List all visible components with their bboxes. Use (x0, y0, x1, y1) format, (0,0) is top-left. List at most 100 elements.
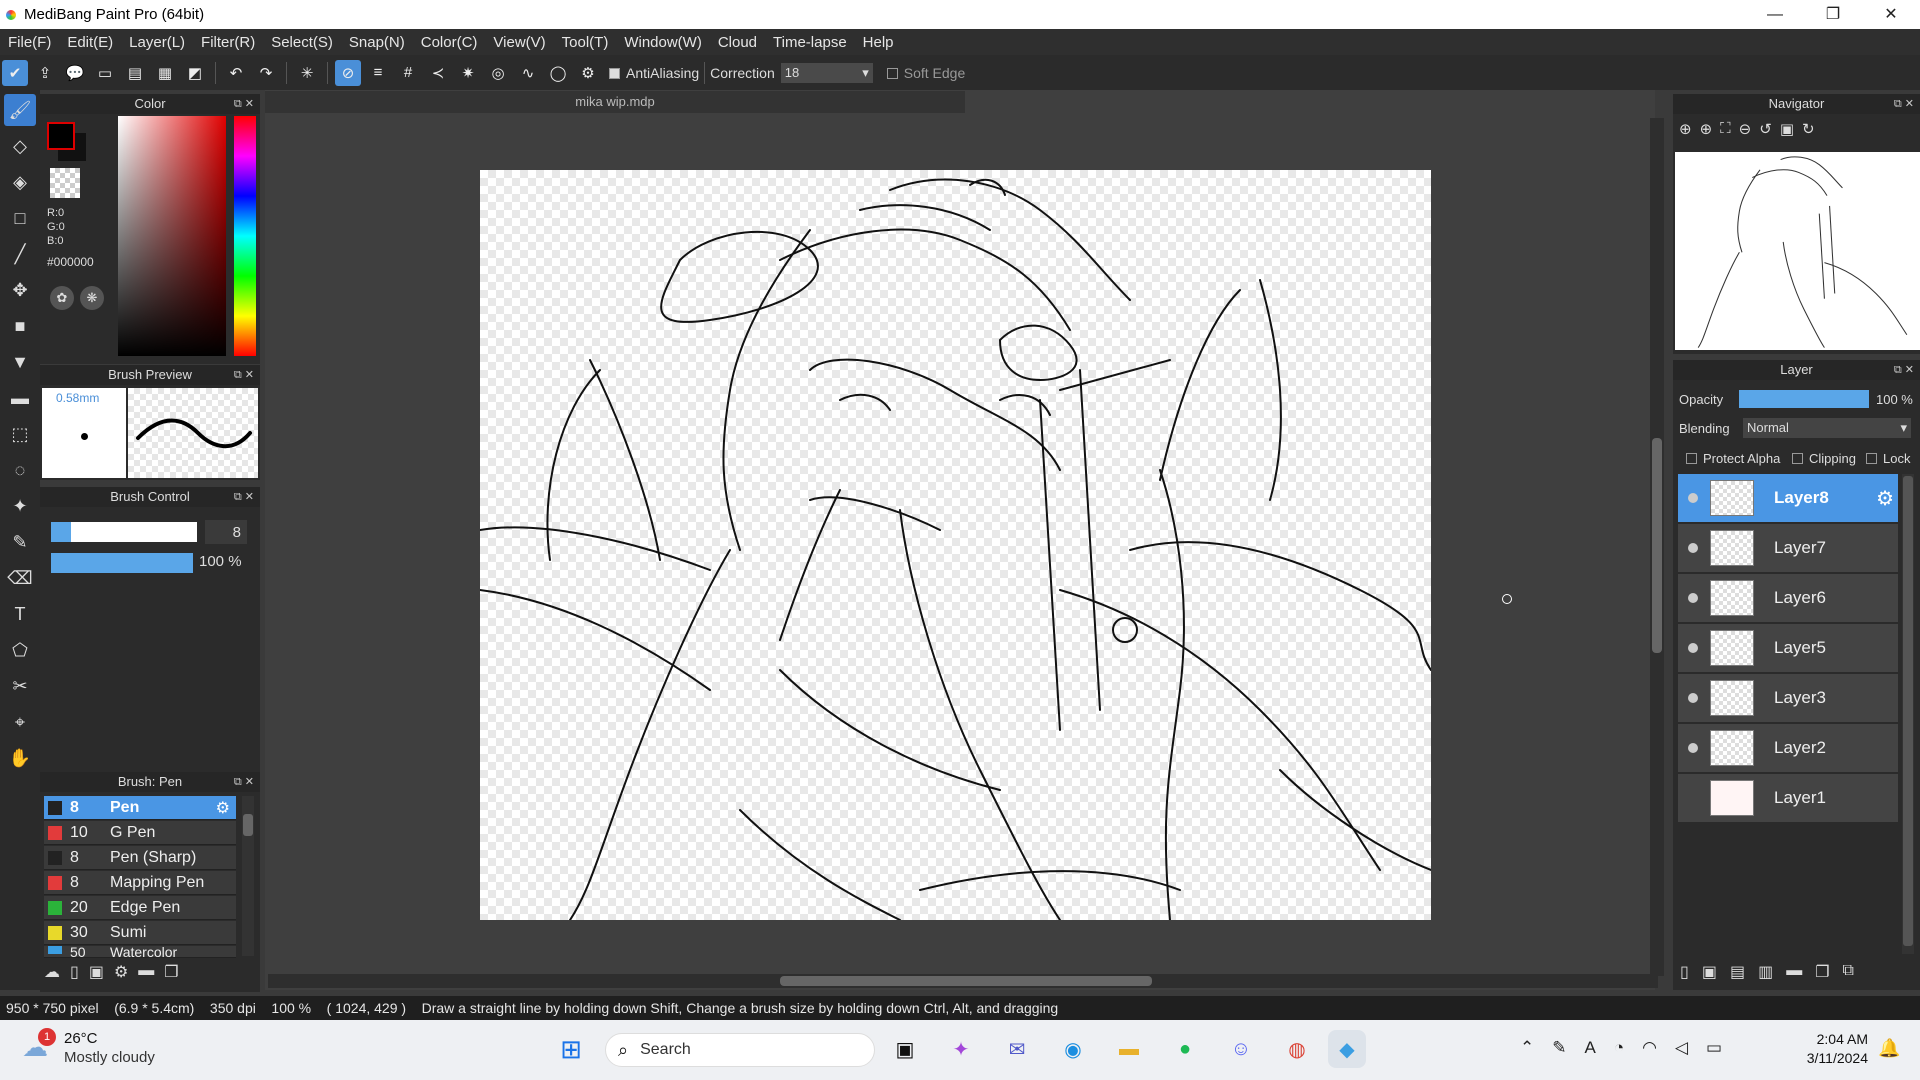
snap-off-icon[interactable]: ⊘ (335, 59, 361, 86)
frame-icon[interactable]: ◩ (182, 60, 208, 86)
visibility-icon[interactable] (1688, 593, 1698, 603)
ellipse-snap-icon[interactable]: ◯ (545, 60, 571, 86)
battery-icon[interactable]: ▭ (1706, 1038, 1722, 1058)
popout-icon[interactable]: ⧉ (234, 491, 242, 503)
document-tab[interactable]: mika wip.mdp (265, 91, 965, 113)
new-brush-icon[interactable]: ▯ (70, 962, 79, 988)
select-pen-icon[interactable]: ✎ (4, 526, 36, 558)
folder-icon[interactable]: ▬ (1786, 962, 1802, 988)
layer-row[interactable]: Layer2 (1678, 724, 1898, 773)
text-tool-icon[interactable]: T (4, 598, 36, 630)
volume-icon[interactable]: ◁ (1675, 1038, 1688, 1058)
brush-item-mapping-pen[interactable]: 8 Mapping Pen (44, 871, 236, 895)
gradient-tool-icon[interactable]: ▬ (4, 382, 36, 414)
layer-row[interactable]: Layer5 (1678, 624, 1898, 673)
brush-item-edge-pen[interactable]: 20 Edge Pen (44, 896, 236, 920)
file-explorer-icon[interactable]: ▬ (1110, 1030, 1148, 1068)
folder-icon[interactable]: ▬ (138, 962, 154, 988)
concentric-snap-icon[interactable]: ◎ (485, 60, 511, 86)
antialiasing-checkbox[interactable]: AntiAliasing (609, 65, 699, 81)
layer-row[interactable]: Layer8 ⚙ (1678, 474, 1898, 523)
visibility-icon[interactable] (1688, 643, 1698, 653)
menu-layer[interactable]: Layer(L) (121, 34, 193, 51)
radial-snap-icon[interactable]: ✷ (455, 60, 481, 86)
notification-bell-icon[interactable]: 🔔 (1878, 1038, 1900, 1059)
add-brush-icon[interactable]: ▣ (89, 962, 104, 988)
operation-tool-icon[interactable]: ⬠ (4, 634, 36, 666)
cloud-brush-icon[interactable]: ☁ (44, 962, 60, 988)
palette-icon[interactable]: ✿ (50, 286, 74, 310)
divide-tool-icon[interactable]: ✂ (4, 670, 36, 702)
popout-icon[interactable]: ⧉ (234, 98, 242, 110)
close-icon[interactable]: ✕ (245, 491, 254, 503)
brush-opacity-slider[interactable] (51, 553, 193, 573)
brush-item-pen-sharp[interactable]: 8 Pen (Sharp) (44, 846, 236, 870)
magic-wand-icon[interactable]: ✦ (4, 490, 36, 522)
clock[interactable]: 2:04 AM 3/11/2024 (1796, 1030, 1868, 1068)
weather-text[interactable]: 26°C Mostly cloudy (64, 1029, 155, 1067)
dot-eraser-icon[interactable]: ◈ (4, 166, 36, 198)
fill-rect-icon[interactable]: ■ (4, 310, 36, 342)
close-icon[interactable]: ✕ (245, 98, 254, 110)
lock-checkbox[interactable]: Lock (1866, 451, 1910, 466)
brush-settings-icon[interactable]: ⚙ (114, 962, 128, 988)
menu-tool[interactable]: Tool(T) (554, 34, 617, 51)
menu-timelapse[interactable]: Time-lapse (765, 34, 855, 51)
update-icon[interactable]: ◔ (1614, 1038, 1624, 1058)
eyedropper-icon[interactable]: ⌖ (4, 706, 36, 738)
medibang-icon[interactable]: ◆ (1328, 1030, 1366, 1068)
popout-icon[interactable]: ⧉ (1894, 98, 1902, 110)
shape-tool-icon[interactable]: □ (4, 202, 36, 234)
brush-tool-icon[interactable]: 🖌 (4, 94, 36, 126)
brush-item-g-pen[interactable]: 10 G Pen (44, 821, 236, 845)
menu-filter[interactable]: Filter(R) (193, 34, 263, 51)
visibility-icon[interactable] (1688, 793, 1698, 803)
visibility-icon[interactable] (1688, 543, 1698, 553)
brush-item-watercolor[interactable]: 50 Watercolor (44, 946, 236, 958)
redo-icon[interactable]: ↷ (253, 60, 279, 86)
gear-icon[interactable]: ⚙ (1876, 486, 1894, 511)
close-icon[interactable]: ✕ (1905, 98, 1914, 110)
page-icon[interactable]: ▤ (122, 60, 148, 86)
font-icon[interactable]: A (1585, 1038, 1596, 1058)
color-wheel-icon[interactable]: ❋ (80, 286, 104, 310)
edge-icon[interactable]: ◉ (1054, 1030, 1092, 1068)
popout-icon[interactable]: ⧉ (1894, 364, 1902, 376)
horizontal-scrollbar[interactable] (268, 974, 1658, 988)
cloud-sync-icon[interactable]: ✔ (2, 59, 28, 86)
upload-icon[interactable]: ⇪ (32, 60, 58, 86)
zoom-in-icon[interactable]: ⊕ (1679, 120, 1692, 138)
layer-row[interactable]: Layer3 (1678, 674, 1898, 723)
brush-size-slider[interactable] (51, 522, 197, 542)
zoom-in-alt-icon[interactable]: ⊕ (1700, 120, 1713, 138)
rotate-right-icon[interactable]: ↻ (1802, 120, 1815, 138)
chevron-up-icon[interactable]: ⌃ (1520, 1038, 1534, 1058)
copilot-icon[interactable]: ✦ (942, 1030, 980, 1068)
menu-edit[interactable]: Edit(E) (59, 34, 121, 51)
maximize-button[interactable]: ❐ (1804, 0, 1862, 29)
curve-snap-icon[interactable]: ∿ (515, 60, 541, 86)
task-view-icon[interactable]: ▣ (886, 1030, 924, 1068)
visibility-icon[interactable] (1688, 743, 1698, 753)
start-icon[interactable]: ⊞ (552, 1030, 590, 1068)
brush-size-value[interactable]: 8 (205, 520, 247, 544)
brush-item-sumi[interactable]: 30 Sumi (44, 921, 236, 945)
grid-snap-icon[interactable]: # (395, 60, 421, 86)
close-icon[interactable]: ✕ (245, 369, 254, 381)
protect-alpha-checkbox[interactable]: Protect Alpha (1686, 451, 1780, 466)
new-8bit-layer-icon[interactable]: ▤ (1730, 962, 1745, 988)
chrome-icon[interactable]: ◍ (1278, 1030, 1316, 1068)
undo-icon[interactable]: ↶ (223, 60, 249, 86)
panel-icon[interactable]: ▦ (152, 60, 178, 86)
menu-view[interactable]: View(V) (485, 34, 553, 51)
duplicate-layer-icon[interactable]: ❐ (1815, 962, 1829, 988)
layer-row[interactable]: Layer1 (1678, 774, 1898, 823)
drawing-canvas[interactable] (480, 170, 1431, 920)
hand-tool-icon[interactable]: ✋ (4, 742, 36, 774)
duplicate-icon[interactable]: ❐ (164, 962, 178, 988)
minimize-button[interactable]: — (1746, 0, 1804, 29)
layer-row[interactable]: Layer6 (1678, 574, 1898, 623)
layer-opacity-slider[interactable] (1739, 390, 1869, 408)
wifi-icon[interactable]: ◠ (1642, 1038, 1657, 1058)
soft-edge-check-icon[interactable] (886, 67, 898, 79)
